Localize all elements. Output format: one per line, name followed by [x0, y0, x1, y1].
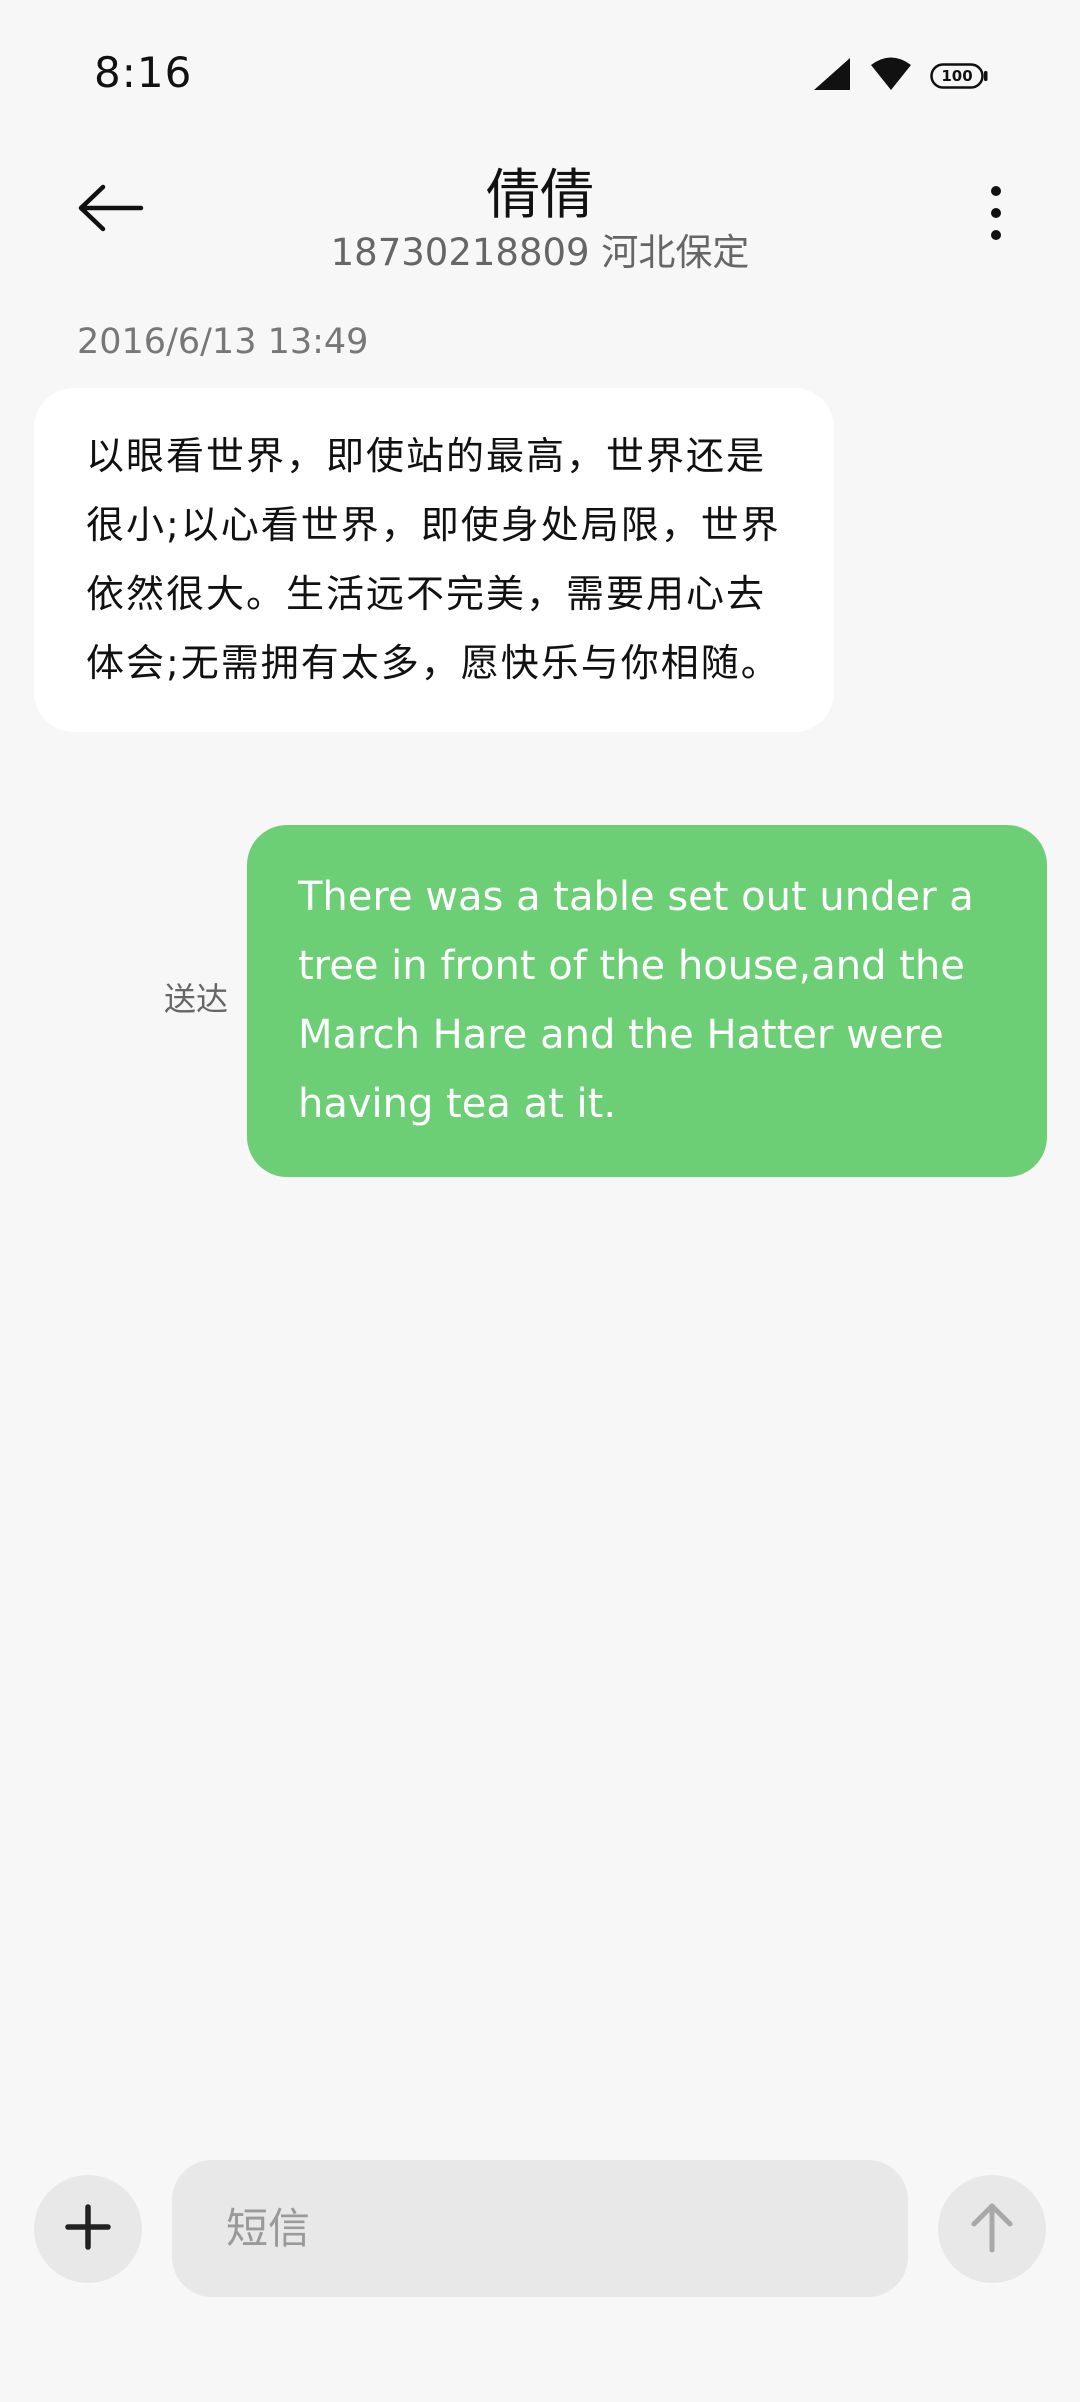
- composer-bar: [0, 2150, 1080, 2310]
- battery-level: 100: [941, 67, 973, 85]
- delivery-status: 送达: [164, 980, 229, 1018]
- more-options-button[interactable]: [966, 180, 1026, 250]
- wifi-icon: [870, 56, 912, 96]
- send-arrow-icon: [968, 2200, 1016, 2258]
- status-icons: 100: [812, 56, 988, 96]
- add-attachment-button[interactable]: [34, 2175, 142, 2283]
- status-bar: 8:16 100: [0, 0, 1080, 150]
- signal-icon: [812, 56, 852, 96]
- incoming-message-bubble[interactable]: 以眼看世界，即使站的最高，世界还是很小;以心看世界，即使身处局限，世界依然很大。…: [34, 388, 834, 732]
- battery-icon: 100: [930, 63, 988, 89]
- send-button[interactable]: [938, 2175, 1046, 2283]
- plus-icon: [64, 2203, 112, 2255]
- contact-detail: 18730218809 河北保定: [330, 231, 750, 274]
- outgoing-message-text: There was a table set out under a tree i…: [298, 874, 974, 1127]
- message-timestamp: 2016/6/13 13:49: [77, 322, 369, 362]
- status-time: 8:16: [94, 48, 193, 97]
- incoming-message-text: 以眼看世界，即使站的最高，世界还是很小;以心看世界，即使身处局限，世界依然很大。…: [86, 434, 781, 685]
- contact-name: 倩倩: [486, 163, 594, 226]
- more-vert-icon: [989, 183, 1003, 247]
- conversation-header: 倩倩 18730218809 河北保定: [0, 150, 1080, 280]
- outgoing-message-bubble[interactable]: There was a table set out under a tree i…: [247, 825, 1047, 1177]
- message-input[interactable]: [172, 2160, 908, 2297]
